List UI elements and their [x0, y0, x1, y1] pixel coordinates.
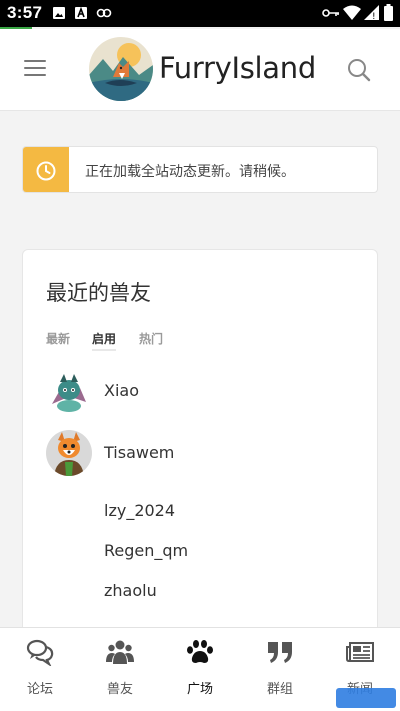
- friend-item[interactable]: Xiao: [46, 368, 356, 414]
- paw-icon: [187, 640, 213, 663]
- site-logo[interactable]: [89, 37, 153, 101]
- quote-icon: [268, 642, 292, 663]
- nav-label: 兽友: [106, 682, 133, 697]
- friend-name[interactable]: Regen_qm: [104, 541, 188, 560]
- status-time: 3:57: [7, 3, 43, 22]
- menu-button[interactable]: [24, 60, 46, 78]
- nav-plaza[interactable]: 广场: [160, 628, 240, 711]
- nav-label: 群组: [266, 682, 293, 697]
- nav-label: 论坛: [26, 682, 53, 697]
- nav-forum[interactable]: 论坛: [0, 628, 80, 711]
- tab-active[interactable]: 启用: [92, 330, 117, 351]
- nav-friends[interactable]: 兽友: [80, 628, 160, 711]
- friend-item[interactable]: zhaolu: [46, 568, 356, 614]
- site-title[interactable]: FurryIsland: [159, 51, 316, 85]
- app-header: FurryIsland: [0, 29, 400, 111]
- watermark-badge: [336, 688, 396, 708]
- app-notification-icon: [75, 6, 87, 19]
- svg-text:!: !: [372, 12, 376, 20]
- friend-name[interactable]: lzy_2024: [104, 501, 175, 520]
- friend-name[interactable]: Xiao: [104, 381, 139, 400]
- notice-text: 正在加载全站动态更新。请稍候。: [85, 164, 295, 180]
- friend-item[interactable]: Tisawem: [46, 430, 356, 476]
- friends-icon: [106, 640, 134, 664]
- menu-icon: [24, 60, 46, 62]
- dragon-avatar[interactable]: [46, 368, 92, 414]
- nav-groups[interactable]: 群组: [240, 628, 320, 711]
- vpn-key-icon: [322, 9, 339, 17]
- tab-popular[interactable]: 热门: [139, 330, 163, 347]
- friend-name[interactable]: Tisawem: [104, 443, 174, 462]
- friend-name[interactable]: zhaolu: [104, 581, 157, 600]
- loading-notice: 正在加载全站动态更新。请稍候。: [22, 146, 378, 193]
- battery-icon: [384, 4, 393, 21]
- clock-icon: [36, 161, 56, 181]
- wifi-icon: [343, 5, 361, 20]
- tab-latest[interactable]: 最新: [46, 330, 70, 347]
- link-notification-icon: [96, 8, 112, 18]
- fox-avatar[interactable]: [46, 430, 92, 476]
- image-notification-icon: [53, 7, 65, 19]
- newspaper-icon: [346, 642, 374, 662]
- search-icon[interactable]: [344, 55, 374, 85]
- nav-label: 广场: [186, 682, 213, 697]
- recent-friends-card: 最近的兽友 最新 启用 热门 Xiao Tisawem lzy_2024 Reg…: [22, 249, 378, 689]
- notice-icon-box: [23, 147, 69, 192]
- card-title: 最近的兽友: [46, 281, 151, 305]
- forum-icon: [26, 639, 54, 666]
- status-bar: 3:57 !: [0, 0, 400, 27]
- signal-icon: !: [364, 5, 379, 20]
